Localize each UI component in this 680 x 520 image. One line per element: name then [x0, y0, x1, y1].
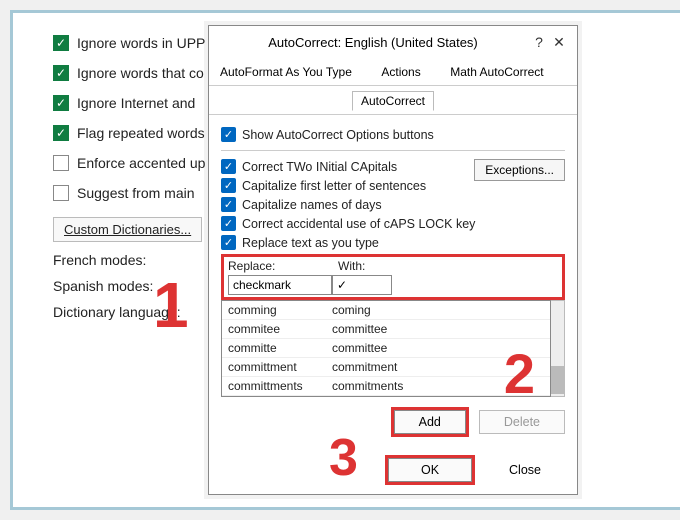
option-label: Enforce accented up — [77, 155, 205, 171]
dialog-titlebar: AutoCorrect: English (United States) ? ✕ — [209, 26, 577, 58]
option-label: Flag repeated words — [77, 125, 205, 141]
checkbox-icon: ✓ — [53, 35, 69, 51]
tab-autocorrect[interactable]: AutoCorrect — [352, 91, 434, 111]
french-modes-label: French modes: — [53, 252, 205, 268]
with-label: With: — [338, 259, 365, 273]
opt-show-autocorrect-buttons[interactable]: ✓ Show AutoCorrect Options buttons — [221, 127, 565, 142]
dialog-title: AutoCorrect: English (United States) — [217, 35, 529, 50]
opt-ignore-uppercase[interactable]: ✓ Ignore words in UPP — [53, 33, 205, 53]
autocorrect-entries-list[interactable]: commingcoming commiteecommittee committe… — [221, 300, 551, 397]
annotation-box-add: Add — [391, 407, 469, 437]
list-item: committmentscommitments — [222, 377, 550, 396]
option-label: Capitalize first letter of sentences — [242, 179, 426, 193]
tab-actions[interactable]: Actions — [370, 58, 431, 85]
opt-suggest-main[interactable]: Suggest from main — [53, 183, 205, 203]
checkbox-icon: ✓ — [53, 95, 69, 111]
option-label: Correct accidental use of cAPS LOCK key — [242, 217, 475, 231]
list-item: commiteecommittee — [222, 320, 550, 339]
checkbox-icon: ✓ — [221, 159, 236, 174]
opt-flag-repeated[interactable]: ✓ Flag repeated words — [53, 123, 205, 143]
custom-dictionaries-button[interactable]: Custom Dictionaries... — [53, 217, 202, 242]
delete-button: Delete — [479, 410, 565, 434]
with-input[interactable] — [332, 275, 392, 295]
list-scrollbar[interactable] — [551, 300, 565, 397]
dialog-tabs: AutoFormat As You Type Actions Math Auto… — [209, 58, 577, 86]
list-item: commingcoming — [222, 301, 550, 320]
checkbox-icon: ✓ — [221, 235, 236, 250]
exceptions-button[interactable]: Exceptions... — [474, 159, 565, 181]
proofing-options-panel: ✓ Ignore words in UPP ✓ Ignore words tha… — [53, 33, 205, 320]
checkbox-icon: ✓ — [53, 65, 69, 81]
checkbox-icon: ✓ — [221, 178, 236, 193]
checkbox-icon: ✓ — [221, 197, 236, 212]
add-button[interactable]: Add — [394, 410, 466, 434]
opt-enforce-accented[interactable]: Enforce accented up — [53, 153, 205, 173]
checkbox-icon — [53, 185, 69, 201]
help-button[interactable]: ? — [529, 32, 549, 52]
option-label: Correct TWo INitial CApitals — [242, 160, 397, 174]
checkbox-icon: ✓ — [53, 125, 69, 141]
option-label: Ignore Internet and — [77, 95, 195, 111]
dialog-body: ✓ Show AutoCorrect Options buttons Excep… — [209, 115, 577, 493]
option-label: Capitalize names of days — [242, 198, 382, 212]
option-label: Suggest from main — [77, 185, 195, 201]
window-frame: ✓ Ignore words in UPP ✓ Ignore words tha… — [10, 10, 680, 510]
replace-input[interactable] — [228, 275, 332, 295]
checkbox-icon: ✓ — [221, 127, 236, 142]
ok-button[interactable]: OK — [388, 458, 472, 482]
close-icon[interactable]: ✕ — [549, 32, 569, 52]
list-item: committecommittee — [222, 339, 550, 358]
list-item: committmentcommitment — [222, 358, 550, 377]
checkbox-icon — [53, 155, 69, 171]
dictionary-language-label: Dictionary language: — [53, 304, 205, 320]
spanish-modes-label: Spanish modes: — [53, 278, 205, 294]
opt-ignore-internet[interactable]: ✓ Ignore Internet and — [53, 93, 205, 113]
tab-math-autocorrect[interactable]: Math AutoCorrect — [439, 58, 554, 85]
opt-two-initial-caps[interactable]: ✓ Correct TWo INitial CApitals — [221, 159, 474, 174]
checkbox-icon: ✓ — [221, 216, 236, 231]
opt-capitalize-days[interactable]: ✓ Capitalize names of days — [221, 197, 565, 212]
close-button[interactable]: Close — [485, 459, 565, 481]
opt-capitalize-sentence[interactable]: ✓ Capitalize first letter of sentences — [221, 178, 474, 193]
option-label: Replace text as you type — [242, 236, 379, 250]
opt-caps-lock[interactable]: ✓ Correct accidental use of cAPS LOCK ke… — [221, 216, 565, 231]
replace-with-group: Replace: With: — [221, 254, 565, 300]
autocorrect-dialog: AutoCorrect: English (United States) ? ✕… — [208, 25, 578, 495]
option-label: Show AutoCorrect Options buttons — [242, 128, 434, 142]
tab-autoformat-as-you-type[interactable]: AutoFormat As You Type — [209, 58, 363, 85]
replace-label: Replace: — [228, 259, 338, 273]
opt-replace-as-you-type[interactable]: ✓ Replace text as you type — [221, 235, 565, 250]
scroll-thumb[interactable] — [551, 366, 564, 394]
option-label: Ignore words in UPP — [77, 35, 205, 51]
subtab-row: AutoCorrect — [209, 86, 577, 115]
opt-ignore-numbers[interactable]: ✓ Ignore words that co — [53, 63, 205, 83]
option-label: Ignore words that co — [77, 65, 204, 81]
annotation-box-ok: OK — [385, 455, 475, 485]
